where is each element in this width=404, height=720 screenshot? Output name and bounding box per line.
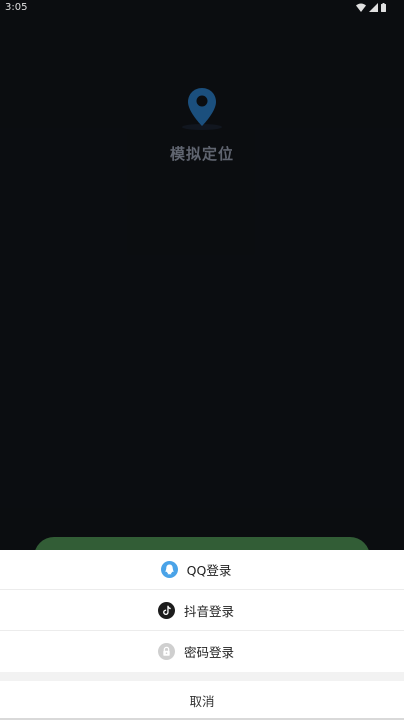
douyin-login-label: 抖音登录 (183, 603, 234, 619)
sheet-divider (0, 672, 404, 681)
qq-icon (160, 561, 178, 578)
douyin-login-option[interactable]: 抖音登录 (0, 590, 404, 631)
login-options-sheet: QQ登录 抖音登录 密码登录 取消 (0, 550, 404, 720)
cancel-button[interactable]: 取消 (0, 681, 404, 720)
qq-login-label: QQ登录 (186, 563, 232, 578)
password-login-label: 密码登录 (183, 645, 234, 660)
qq-login-option[interactable]: QQ登录 (0, 550, 404, 590)
lock-icon (157, 643, 175, 660)
password-login-option[interactable]: 密码登录 (0, 631, 404, 672)
sheet-overlay[interactable] (0, 0, 404, 550)
douyin-icon (157, 601, 175, 619)
